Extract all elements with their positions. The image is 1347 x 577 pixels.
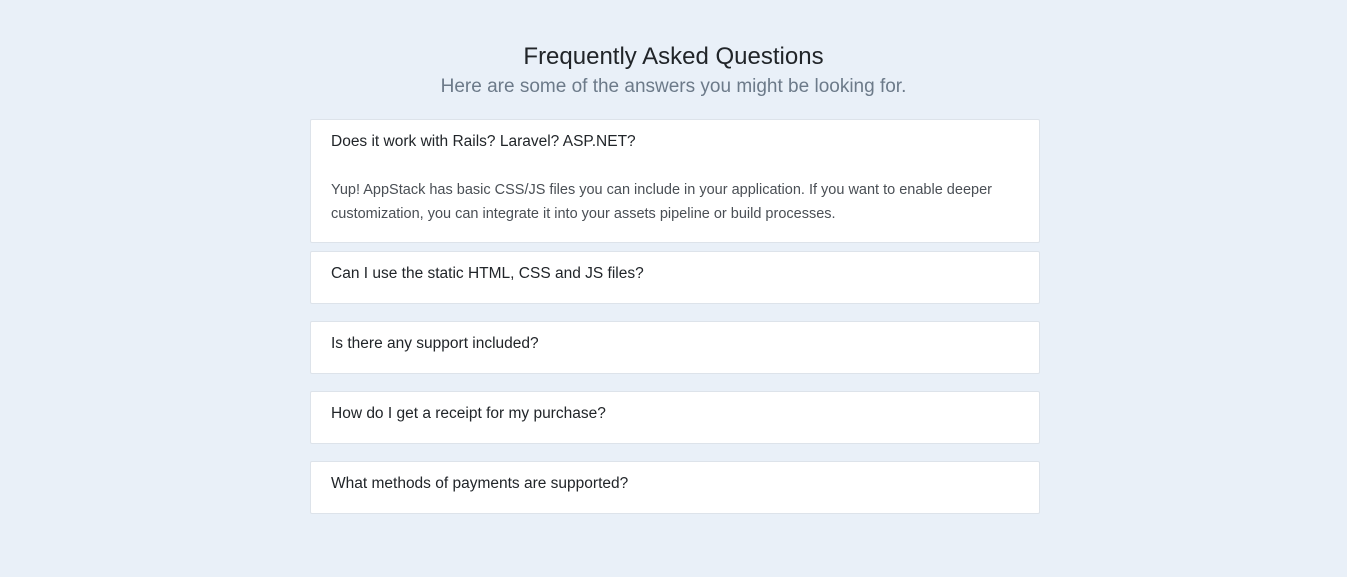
faq-answer-rails: Yup! AppStack has basic CSS/JS files you… xyxy=(331,182,992,222)
faq-item-receipt: How do I get a receipt for my purchase? xyxy=(310,391,1040,444)
faq-item-static-files: Can I use the static HTML, CSS and JS fi… xyxy=(310,251,1040,304)
faq-question-support[interactable]: Is there any support included? xyxy=(311,322,1039,373)
faq-accordion: Does it work with Rails? Laravel? ASP.NE… xyxy=(310,119,1040,531)
page-title: Frequently Asked Questions xyxy=(523,43,824,70)
faq-item-payments: What methods of payments are supported? xyxy=(310,461,1040,514)
faq-question-static-files[interactable]: Can I use the static HTML, CSS and JS fi… xyxy=(311,252,1039,303)
faq-question-payments[interactable]: What methods of payments are supported? xyxy=(311,462,1039,513)
faq-header: Frequently Asked Questions Here are some… xyxy=(0,41,1347,100)
faq-question-receipt[interactable]: How do I get a receipt for my purchase? xyxy=(311,392,1039,443)
faq-item-rails: Does it work with Rails? Laravel? ASP.NE… xyxy=(310,119,1040,243)
page-subtitle: Here are some of the answers you might b… xyxy=(440,76,907,97)
faq-item-support: Is there any support included? xyxy=(310,321,1040,374)
faq-question-rails[interactable]: Does it work with Rails? Laravel? ASP.NE… xyxy=(311,120,1039,152)
